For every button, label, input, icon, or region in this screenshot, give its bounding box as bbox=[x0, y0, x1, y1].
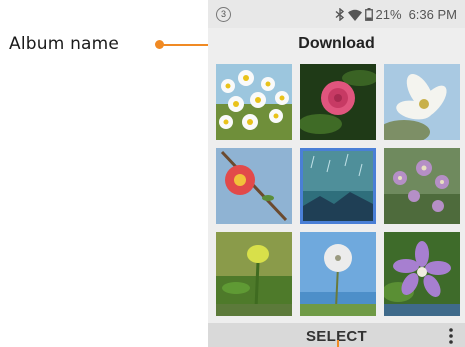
wifi-icon bbox=[347, 9, 362, 21]
album-title: Download bbox=[298, 35, 375, 52]
photo-thumbnail-partial[interactable] bbox=[300, 304, 376, 316]
photo-thumbnail-pink-rose[interactable] bbox=[300, 64, 376, 140]
status-time: 6:36 PM bbox=[408, 7, 457, 22]
notification-count-badge: 3 bbox=[216, 7, 231, 22]
photo-thumbnail-dandelion[interactable] bbox=[300, 232, 376, 308]
select-callout-line bbox=[337, 340, 339, 347]
battery-percent: 21% bbox=[375, 7, 402, 22]
photo-thumbnail-red-flower-branch[interactable] bbox=[216, 148, 292, 224]
photo-thumbnail-white-flower[interactable] bbox=[384, 64, 460, 140]
photo-thumbnail-partial[interactable] bbox=[216, 304, 292, 316]
photo-thumbnail-purple-star-flower[interactable] bbox=[384, 232, 460, 308]
more-options-icon[interactable] bbox=[449, 327, 453, 345]
album-name-callout: Album name bbox=[9, 34, 120, 54]
battery-icon bbox=[364, 8, 373, 21]
phone-screen: 3 21% 6:36 PM Download SELECT bbox=[208, 0, 465, 347]
photo-thumbnail-rain-landscape[interactable] bbox=[300, 148, 376, 224]
album-header: Download bbox=[208, 28, 465, 60]
photo-thumbnail-green-flower-bud[interactable] bbox=[216, 232, 292, 308]
status-bar: 3 21% 6:36 PM bbox=[208, 0, 465, 28]
bluetooth-icon bbox=[335, 8, 345, 21]
photo-thumbnail-partial[interactable] bbox=[384, 304, 460, 316]
photo-thumbnail-purple-flowers[interactable] bbox=[384, 148, 460, 224]
photo-thumbnail-daisies[interactable] bbox=[216, 64, 292, 140]
status-icons: 21% 6:36 PM bbox=[335, 7, 457, 22]
